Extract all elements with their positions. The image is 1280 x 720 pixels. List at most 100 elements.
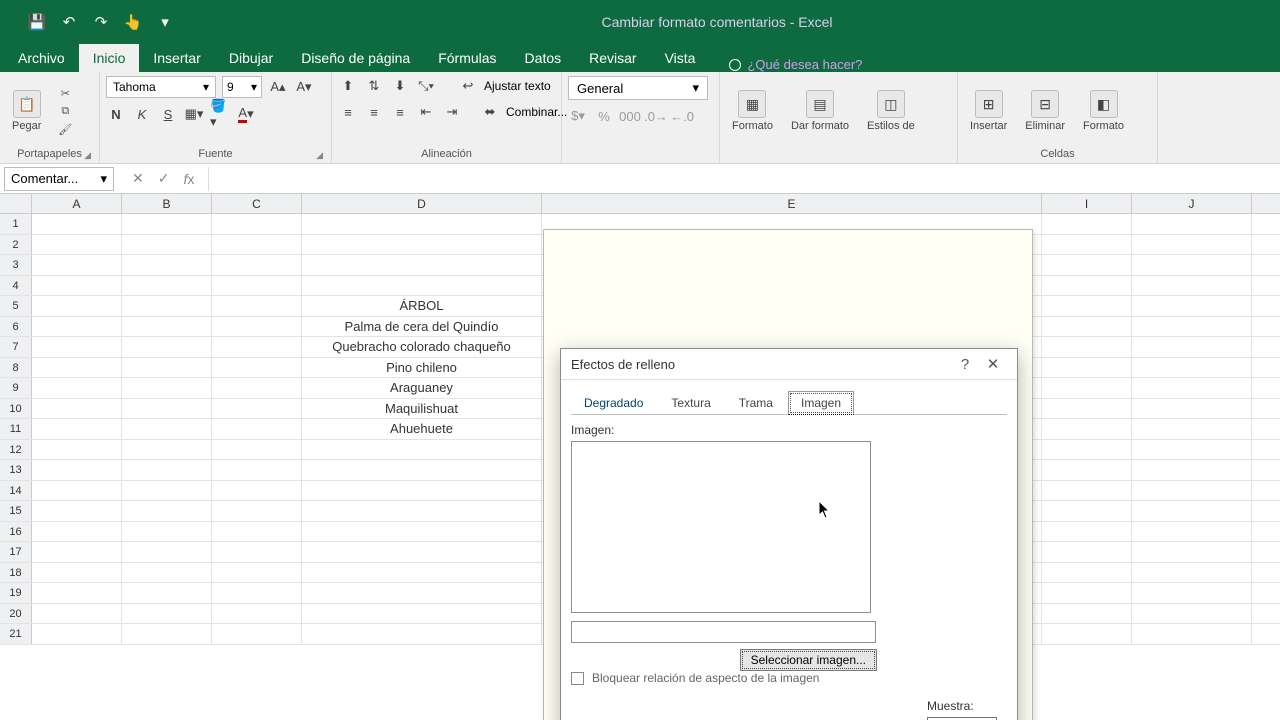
cell[interactable] bbox=[122, 501, 212, 521]
image-path-input[interactable] bbox=[571, 621, 876, 643]
cell[interactable] bbox=[1132, 522, 1252, 542]
row-header[interactable]: 18 bbox=[0, 563, 32, 583]
row-header[interactable]: 20 bbox=[0, 604, 32, 624]
number-format-select[interactable]: General▾ bbox=[568, 76, 708, 100]
cell[interactable] bbox=[1042, 604, 1132, 624]
cell[interactable]: Palma de cera del Quindío bbox=[302, 317, 542, 337]
cell[interactable] bbox=[302, 583, 542, 603]
align-middle-icon[interactable]: ⇅ bbox=[364, 76, 384, 96]
row-header[interactable]: 5 bbox=[0, 296, 32, 316]
cell[interactable] bbox=[1042, 358, 1132, 378]
cell[interactable] bbox=[32, 399, 122, 419]
cell[interactable] bbox=[122, 481, 212, 501]
select-image-button[interactable]: Seleccionar imagen... bbox=[740, 649, 877, 671]
align-center-icon[interactable]: ≡ bbox=[364, 102, 384, 122]
tell-me-search[interactable]: ¿Qué desea hacer? bbox=[729, 57, 862, 72]
cell[interactable] bbox=[122, 235, 212, 255]
cell[interactable] bbox=[212, 604, 302, 624]
cell[interactable] bbox=[1042, 481, 1132, 501]
cell[interactable] bbox=[212, 337, 302, 357]
cell[interactable] bbox=[302, 255, 542, 275]
cut-icon[interactable]: ✂ bbox=[57, 86, 73, 100]
cell[interactable] bbox=[1042, 317, 1132, 337]
touch-icon[interactable]: 👆 bbox=[124, 13, 142, 31]
cell[interactable] bbox=[1132, 542, 1252, 562]
borders-button[interactable]: ▦▾ bbox=[184, 104, 204, 124]
cell[interactable] bbox=[122, 296, 212, 316]
cell[interactable] bbox=[1132, 317, 1252, 337]
shrink-font-icon[interactable]: A▾ bbox=[294, 77, 314, 97]
cell[interactable] bbox=[32, 317, 122, 337]
cell[interactable] bbox=[212, 296, 302, 316]
enter-formula-icon[interactable]: ✓ bbox=[158, 170, 170, 187]
cell[interactable] bbox=[1042, 378, 1132, 398]
cell[interactable] bbox=[212, 481, 302, 501]
col-header[interactable]: A bbox=[32, 194, 122, 213]
cell[interactable] bbox=[32, 276, 122, 296]
cell[interactable] bbox=[32, 214, 122, 234]
row-header[interactable]: 6 bbox=[0, 317, 32, 337]
tab-degradado[interactable]: Degradado bbox=[571, 391, 656, 415]
row-header[interactable]: 17 bbox=[0, 542, 32, 562]
cell[interactable] bbox=[32, 624, 122, 644]
fx-icon[interactable]: fx bbox=[183, 171, 194, 187]
cell[interactable] bbox=[122, 378, 212, 398]
cell[interactable] bbox=[32, 522, 122, 542]
cell[interactable] bbox=[1042, 419, 1132, 439]
cell[interactable] bbox=[1132, 604, 1252, 624]
row-header[interactable]: 1 bbox=[0, 214, 32, 234]
cell[interactable] bbox=[122, 214, 212, 234]
cell[interactable] bbox=[1132, 255, 1252, 275]
cell[interactable] bbox=[1042, 522, 1132, 542]
cell[interactable] bbox=[1132, 501, 1252, 521]
align-left-icon[interactable]: ≡ bbox=[338, 102, 358, 122]
cell[interactable] bbox=[302, 501, 542, 521]
col-header[interactable]: D bbox=[302, 194, 542, 213]
comma-icon[interactable]: 000 bbox=[620, 106, 640, 126]
cell[interactable] bbox=[122, 460, 212, 480]
select-all-corner[interactable] bbox=[0, 194, 32, 213]
row-header[interactable]: 16 bbox=[0, 522, 32, 542]
cell[interactable] bbox=[32, 337, 122, 357]
paste-button[interactable]: 📋 Pegar bbox=[6, 86, 47, 136]
cell[interactable] bbox=[122, 522, 212, 542]
redo-icon[interactable]: ↷ bbox=[92, 13, 110, 31]
format-painter-icon[interactable]: 🖌 bbox=[57, 122, 73, 136]
cell[interactable] bbox=[302, 481, 542, 501]
tab-datos[interactable]: Datos bbox=[511, 44, 576, 72]
cell[interactable]: ÁRBOL bbox=[302, 296, 542, 316]
grow-font-icon[interactable]: A▴ bbox=[268, 77, 288, 97]
customize-icon[interactable]: ▾ bbox=[156, 13, 174, 31]
cell[interactable] bbox=[212, 460, 302, 480]
row-header[interactable]: 3 bbox=[0, 255, 32, 275]
font-name-select[interactable]: Tahoma▾ bbox=[106, 76, 216, 98]
cell[interactable] bbox=[1042, 276, 1132, 296]
cell[interactable] bbox=[212, 378, 302, 398]
cell[interactable] bbox=[212, 583, 302, 603]
wrap-text-button[interactable]: Ajustar texto bbox=[484, 79, 551, 93]
cell[interactable] bbox=[122, 604, 212, 624]
close-button[interactable]: ✕ bbox=[979, 355, 1007, 373]
cell[interactable] bbox=[212, 358, 302, 378]
dialog-launcher-icon[interactable]: ◢ bbox=[316, 150, 323, 161]
cell[interactable] bbox=[1042, 399, 1132, 419]
cell[interactable] bbox=[302, 624, 542, 644]
cell[interactable] bbox=[1132, 583, 1252, 603]
row-header[interactable]: 19 bbox=[0, 583, 32, 603]
cell[interactable] bbox=[122, 255, 212, 275]
cell[interactable]: Ahuehuete bbox=[302, 419, 542, 439]
cell[interactable] bbox=[302, 604, 542, 624]
row-header[interactable]: 12 bbox=[0, 440, 32, 460]
col-header[interactable]: J bbox=[1132, 194, 1252, 213]
row-header[interactable]: 14 bbox=[0, 481, 32, 501]
cell[interactable] bbox=[122, 358, 212, 378]
cell[interactable] bbox=[32, 296, 122, 316]
dialog-launcher-icon[interactable]: ◢ bbox=[84, 150, 91, 161]
cell[interactable] bbox=[1132, 378, 1252, 398]
copy-icon[interactable]: ⧉ bbox=[57, 104, 73, 118]
row-header[interactable]: 9 bbox=[0, 378, 32, 398]
cell[interactable] bbox=[122, 624, 212, 644]
cell[interactable] bbox=[212, 399, 302, 419]
cell[interactable] bbox=[32, 378, 122, 398]
col-header[interactable]: C bbox=[212, 194, 302, 213]
